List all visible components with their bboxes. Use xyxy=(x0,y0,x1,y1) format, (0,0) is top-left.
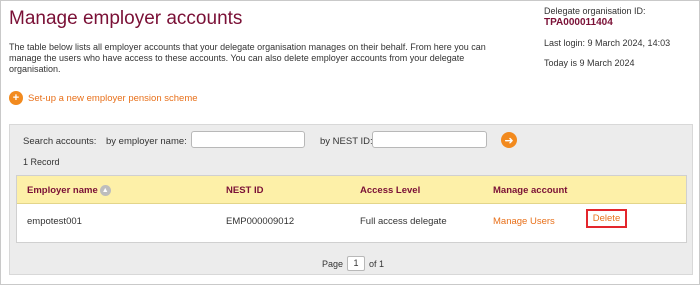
accounts-table: Employer name ▲ NEST ID Access Level Mana… xyxy=(16,175,687,243)
delegate-label: Delegate organisation ID: xyxy=(544,6,646,16)
last-login: Last login: 9 March 2024, 14:03 xyxy=(544,38,671,48)
record-count: 1 Record xyxy=(23,157,60,167)
delete-link[interactable]: Delete xyxy=(593,213,620,224)
page-total: of 1 xyxy=(369,258,385,269)
arrow-right-circle-icon: ➜ xyxy=(504,134,514,147)
pagination: Page 1 of 1 xyxy=(322,256,384,271)
intro-text: The table below lists all employer accou… xyxy=(9,42,486,74)
nest-id-label: by NEST ID: xyxy=(320,136,373,147)
header-access-level: Access Level xyxy=(360,185,421,196)
search-panel: Search accounts: by employer name: by NE… xyxy=(9,124,693,275)
manage-users-link[interactable]: Manage Users xyxy=(493,216,555,227)
search-accounts-label: Search accounts: xyxy=(23,136,97,147)
header-manage-account: Manage account xyxy=(493,185,568,196)
page-label: Page xyxy=(322,258,344,269)
account-info: Delegate organisation ID: TPA000011404 L… xyxy=(544,6,694,69)
delegate-id: TPA000011404 xyxy=(544,17,613,28)
employer-name-cell: empotest001 xyxy=(27,216,82,227)
page-title: Manage employer accounts xyxy=(9,8,243,29)
today-date: Today is 9 March 2024 xyxy=(544,58,635,68)
employer-name-label: by employer name: xyxy=(106,136,187,147)
nest-id-cell: EMP000009012 xyxy=(226,216,295,227)
employer-name-input[interactable] xyxy=(191,131,305,148)
delete-highlight: Delete xyxy=(586,209,627,228)
search-go-button[interactable]: ➜ xyxy=(501,132,517,148)
plus-circle-icon: + xyxy=(9,91,23,105)
setup-scheme-link[interactable]: + Set-up a new employer pension scheme xyxy=(9,91,198,105)
header-nest-id: NEST ID xyxy=(226,185,264,196)
setup-scheme-label: Set-up a new employer pension scheme xyxy=(28,92,198,104)
nest-id-input[interactable] xyxy=(372,131,487,148)
sort-icon[interactable]: ▲ xyxy=(99,185,111,196)
header-employer-name[interactable]: Employer name ▲ xyxy=(27,185,111,196)
page-number-input[interactable]: 1 xyxy=(347,256,366,271)
table-header: Employer name ▲ NEST ID Access Level Mana… xyxy=(17,176,686,204)
access-level-cell: Full access delegate xyxy=(360,216,447,227)
